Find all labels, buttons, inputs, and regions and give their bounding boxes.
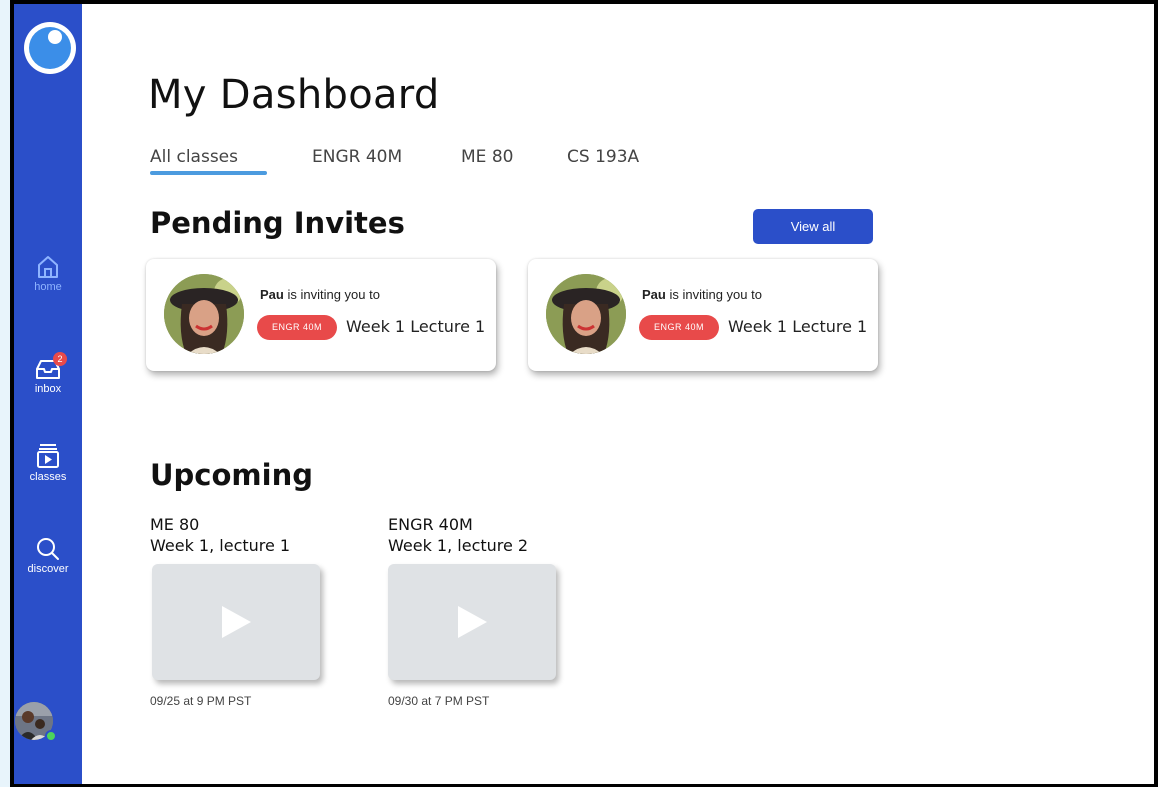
tab-me-80[interactable]: ME 80	[461, 147, 513, 167]
invite-lecture: Week 1 Lecture 1	[728, 317, 868, 336]
upcoming-course: ENGR 40M	[388, 515, 473, 534]
sender-name: Pau	[260, 287, 284, 302]
tab-all-classes[interactable]: All classes	[150, 147, 238, 167]
invite-message: Pau is inviting you to	[260, 287, 380, 302]
invite-text: is inviting you to	[665, 287, 762, 302]
invite-message: Pau is inviting you to	[642, 287, 762, 302]
tab-cs-193a[interactable]: CS 193A	[567, 147, 639, 167]
upcoming-time: 09/25 at 9 PM PST	[150, 694, 252, 708]
tab-engr-40m[interactable]: ENGR 40M	[312, 147, 402, 167]
upcoming-course: ME 80	[150, 515, 200, 534]
play-icon	[458, 606, 487, 638]
invite-text: is inviting you to	[283, 287, 380, 302]
video-thumbnail[interactable]	[388, 564, 556, 680]
view-all-button[interactable]: View all	[753, 209, 873, 244]
sender-avatar	[164, 274, 244, 354]
course-badge: ENGR 40M	[639, 315, 719, 340]
upcoming-lecture: Week 1, lecture 2	[388, 536, 529, 555]
upcoming-time: 09/30 at 7 PM PST	[388, 694, 490, 708]
main-content: My Dashboard All classes ENGR 40M ME 80 …	[0, 0, 1158, 787]
sender-name: Pau	[642, 287, 666, 302]
sender-photo	[164, 274, 244, 354]
play-icon	[222, 606, 251, 638]
upcoming-item: ME 80 Week 1, lecture 1 09/25 at 9 PM PS…	[150, 514, 330, 708]
pending-invites-title: Pending Invites	[150, 206, 405, 240]
upcoming-item: ENGR 40M Week 1, lecture 2 09/30 at 7 PM…	[388, 514, 568, 708]
course-badge: ENGR 40M	[257, 315, 337, 340]
invite-card[interactable]: Pau is inviting you to ENGR 40M Week 1 L…	[528, 259, 878, 371]
page-title: My Dashboard	[148, 72, 440, 118]
active-tab-indicator	[150, 171, 267, 175]
upcoming-title: Upcoming	[150, 458, 313, 492]
video-thumbnail[interactable]	[152, 564, 320, 680]
sender-avatar	[546, 274, 626, 354]
invite-card[interactable]: Pau is inviting you to ENGR 40M Week 1 L…	[146, 259, 496, 371]
sender-photo	[546, 274, 626, 354]
upcoming-lecture: Week 1, lecture 1	[150, 536, 291, 555]
invite-lecture: Week 1 Lecture 1	[346, 317, 486, 336]
